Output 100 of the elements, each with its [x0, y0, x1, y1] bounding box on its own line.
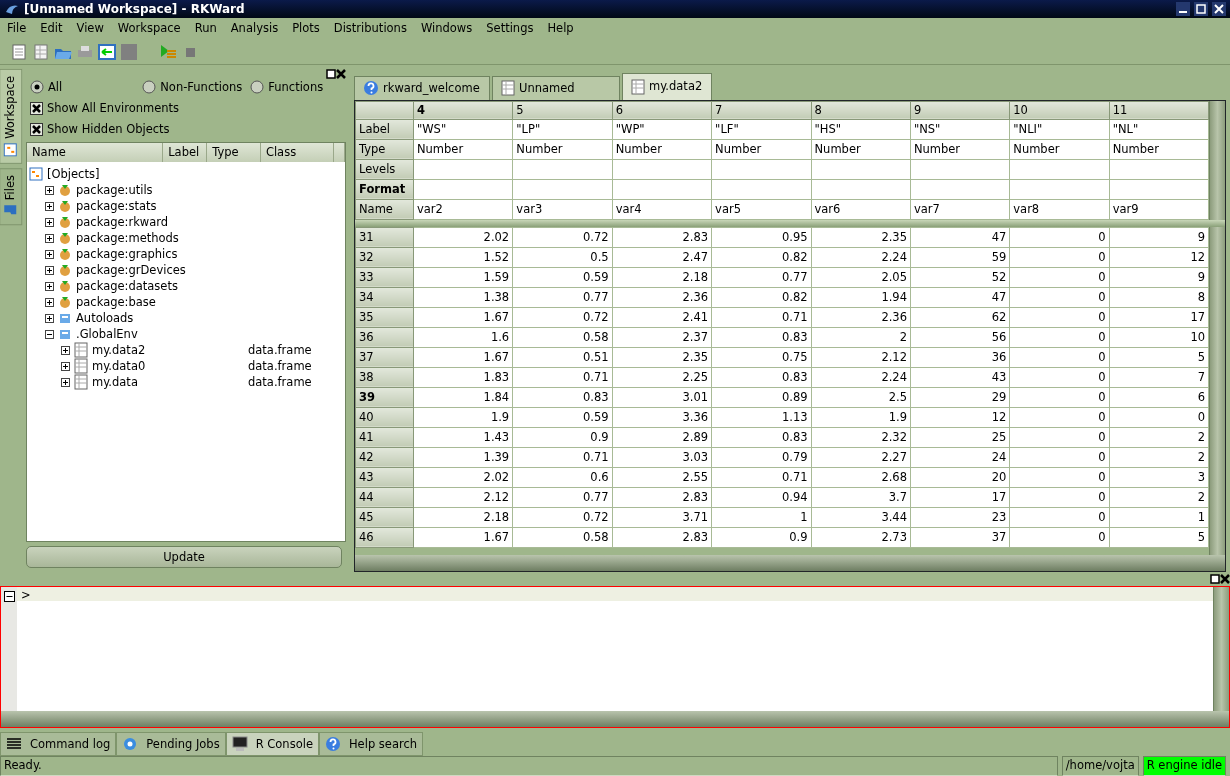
table-cell[interactable]: "LP" — [512, 119, 613, 140]
table-cell[interactable]: var9 — [1109, 199, 1209, 220]
table-cell[interactable]: 2.25 — [612, 367, 712, 388]
table-cell[interactable]: 2.68 — [811, 467, 911, 488]
object-name[interactable]: Autoloads — [76, 309, 134, 328]
table-cell[interactable]: 36 — [910, 347, 1010, 368]
table-cell[interactable]: 0 — [1009, 427, 1110, 448]
table-cell[interactable]: 3.01 — [612, 387, 712, 408]
table-cell[interactable]: Number — [512, 139, 613, 160]
table-cell[interactable]: Number — [1109, 139, 1209, 160]
table-cell[interactable]: 9 — [1109, 227, 1209, 248]
column-header[interactable]: 9 — [910, 101, 1010, 120]
scrollbar[interactable] — [1209, 100, 1225, 220]
table-cell[interactable]: 1 — [1109, 507, 1209, 528]
panel-tab[interactable]: Help search — [318, 732, 424, 757]
table-cell[interactable]: 2 — [1109, 427, 1209, 448]
table-cell[interactable]: 0.71 — [711, 307, 812, 328]
table-cell[interactable]: var8 — [1009, 199, 1110, 220]
expander-icon[interactable] — [45, 329, 54, 339]
table-cell[interactable]: 3.36 — [612, 407, 712, 428]
table-cell[interactable]: 1.38 — [413, 287, 513, 308]
expander-icon[interactable] — [45, 281, 54, 291]
checkbox[interactable]: Show All Environments — [26, 99, 346, 118]
undock-icon[interactable] — [326, 68, 336, 79]
row-header[interactable]: 38 — [355, 367, 414, 388]
table-cell[interactable]: var3 — [512, 199, 613, 220]
menu-item[interactable]: Settings — [479, 20, 541, 38]
table-cell[interactable]: 0.58 — [512, 327, 613, 348]
table-cell[interactable]: 2.24 — [811, 367, 911, 388]
menu-item[interactable]: Distributions — [326, 20, 414, 38]
table-cell[interactable]: 0 — [1009, 407, 1110, 428]
object-name[interactable]: package:grDevices — [76, 261, 186, 280]
table-cell[interactable]: 0.72 — [512, 507, 613, 528]
table-cell[interactable]: 0.71 — [512, 447, 613, 468]
row-header[interactable]: 43 — [355, 467, 414, 488]
row-header[interactable]: 31 — [355, 227, 414, 248]
table-cell[interactable]: 9 — [1109, 267, 1209, 288]
table-cell[interactable]: 2 — [811, 327, 911, 348]
table-cell[interactable]: 0.71 — [711, 467, 812, 488]
expander-icon[interactable] — [45, 233, 54, 243]
table-cell[interactable]: 0 — [1009, 527, 1110, 548]
object-name[interactable]: package:base — [76, 293, 156, 312]
table-cell[interactable]: 1.39 — [413, 447, 513, 468]
table-cell[interactable]: 1.67 — [413, 307, 513, 328]
row-header[interactable]: Format — [355, 179, 414, 200]
table-cell[interactable]: Number — [711, 139, 811, 160]
object-name[interactable]: package:methods — [76, 229, 179, 248]
column-header[interactable]: 7 — [711, 101, 811, 120]
table-cell[interactable]: 2.18 — [413, 507, 513, 528]
table-cell[interactable]: 0.72 — [512, 307, 613, 328]
row-header[interactable]: 42 — [355, 447, 414, 468]
table-cell[interactable]: 52 — [910, 267, 1010, 288]
collapse-icon[interactable] — [3, 591, 15, 603]
radio-button[interactable]: All — [30, 78, 87, 96]
menu-item[interactable]: Run — [187, 20, 224, 38]
table-cell[interactable]: 2.05 — [811, 267, 911, 288]
table-cell[interactable]: 2 — [1109, 447, 1209, 468]
table-cell[interactable]: Number — [811, 139, 911, 160]
table-cell[interactable]: "NLI" — [1009, 119, 1110, 140]
close-icon[interactable] — [336, 68, 346, 79]
table-cell[interactable]: "WS" — [413, 119, 513, 140]
table-cell[interactable]: 37 — [910, 527, 1010, 548]
table-cell[interactable]: Number — [413, 139, 513, 160]
table-cell[interactable]: 0 — [1109, 407, 1209, 428]
menu-item[interactable]: Analysis — [223, 20, 286, 38]
object-name[interactable]: my.data0 — [92, 357, 244, 376]
panel-tab[interactable]: Command log — [0, 732, 117, 757]
table-cell[interactable]: 43 — [910, 367, 1010, 388]
arrow-window-icon[interactable] — [98, 42, 116, 61]
table-cell[interactable]: 0.51 — [512, 347, 613, 368]
object-name[interactable]: package:stats — [76, 197, 157, 216]
table-cell[interactable]: 20 — [910, 467, 1010, 488]
table-cell[interactable]: 0 — [1009, 487, 1110, 508]
table-cell[interactable]: 2.02 — [413, 467, 513, 488]
table-cell[interactable]: 5 — [1109, 527, 1209, 548]
table-cell[interactable]: 0.77 — [512, 287, 613, 308]
column-header[interactable]: Type — [207, 143, 261, 163]
table-cell[interactable]: var4 — [612, 199, 712, 220]
menu-item[interactable]: Windows — [413, 20, 480, 38]
table-cell[interactable]: 29 — [910, 387, 1010, 408]
object-name[interactable]: package:datasets — [76, 277, 178, 296]
close-icon[interactable] — [1220, 574, 1230, 585]
scrollbar[interactable] — [1, 711, 1229, 728]
table-cell[interactable]: var2 — [413, 199, 513, 220]
table-cell[interactable]: 0.79 — [711, 447, 812, 468]
table-cell[interactable]: 47 — [910, 227, 1010, 248]
table-cell[interactable]: 0 — [1009, 507, 1110, 528]
table-cell[interactable]: 1.13 — [711, 407, 812, 428]
expander-icon[interactable] — [61, 361, 70, 371]
table-cell[interactable]: 1.83 — [413, 367, 513, 388]
table-cell[interactable]: "WP" — [612, 119, 712, 140]
object-name[interactable]: package:utils — [76, 181, 153, 200]
table-cell[interactable]: 0 — [1009, 287, 1110, 308]
table-cell[interactable]: Number — [612, 139, 712, 160]
table-cell[interactable]: 0.5 — [512, 247, 613, 268]
table-cell[interactable]: 1.67 — [413, 347, 513, 368]
table-cell[interactable]: 0.9 — [512, 427, 613, 448]
table-cell[interactable]: var7 — [910, 199, 1010, 220]
table-cell[interactable]: Number — [1009, 139, 1110, 160]
table-cell[interactable]: 0 — [1009, 327, 1110, 348]
